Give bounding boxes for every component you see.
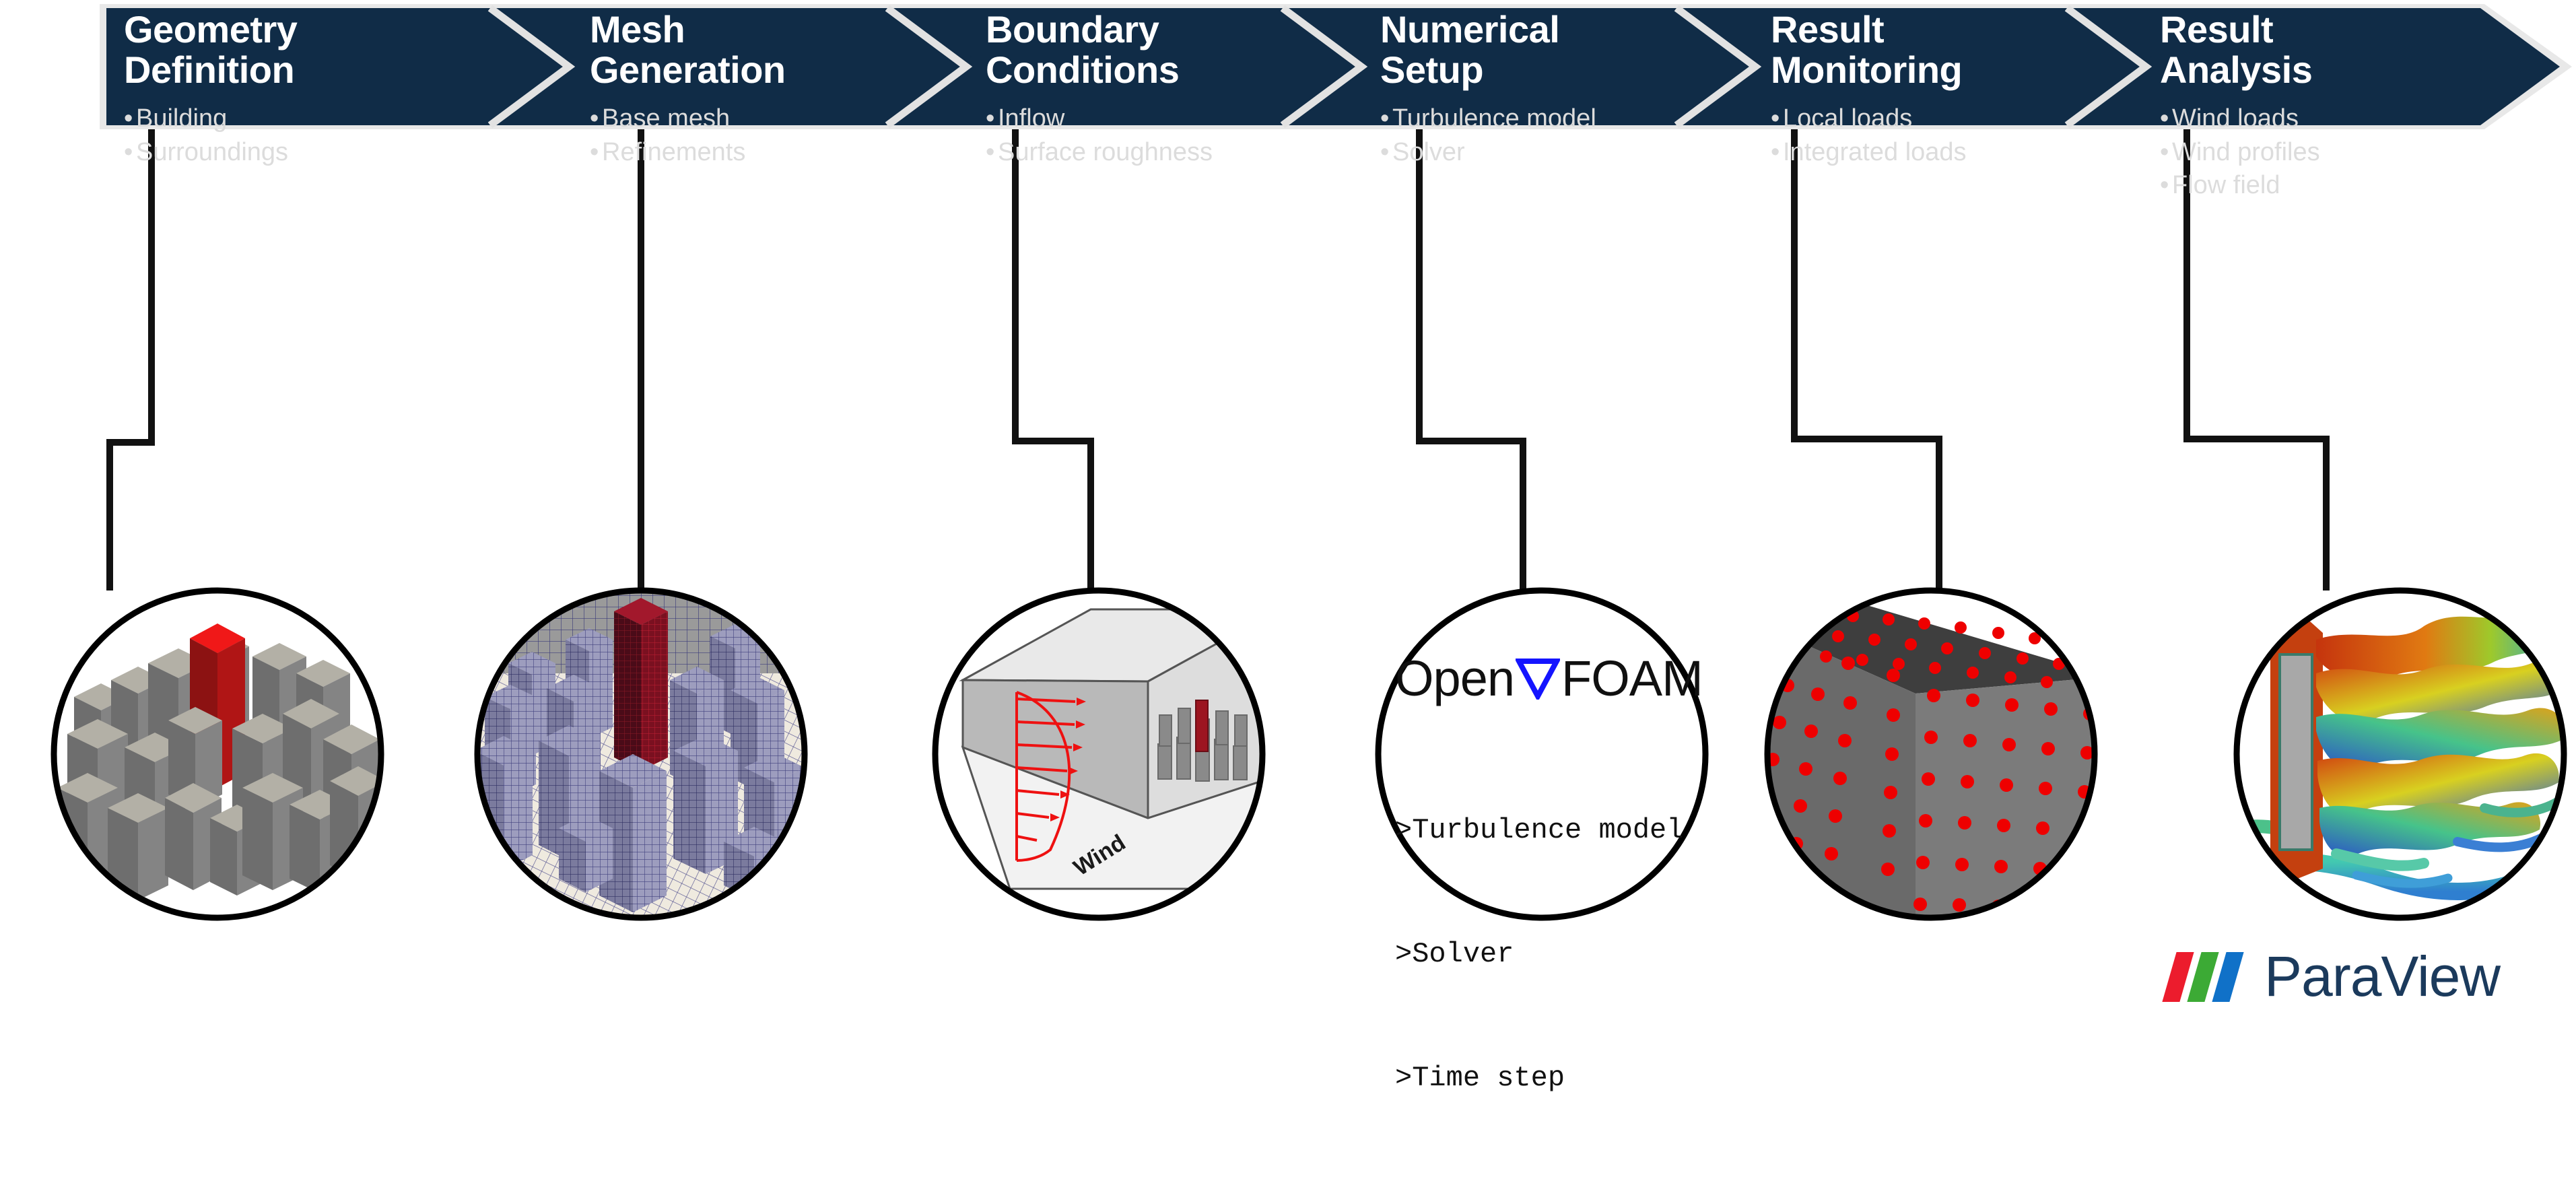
bullet-dot: • [124,137,133,166]
nabla-triangle-icon [1514,658,1561,702]
openfoam-logo-open: Open [1395,650,1515,706]
bullet-dot: • [2160,104,2169,133]
bullet-dot: • [2160,137,2169,166]
paraview-logo: ParaView [2162,944,2501,1009]
connector-line-3 [1012,129,1094,590]
bullet-item: • Solver [1380,136,1690,170]
illustration-geometry [50,587,384,921]
bullet-item: • Wind profiles [2160,136,2449,170]
illustration-mesh [474,587,808,921]
connector-lines [106,129,2330,590]
step-bullets: • Turbulence model • Solver [1380,102,1690,170]
bullet-item: • Turbulence model [1380,102,1690,136]
step-result-analysis[interactable]: Result Analysis • Wind loads • Wind profil… [2160,9,2449,203]
bullet-dot: • [1771,104,1780,133]
bullet-dot: • [1380,104,1390,133]
console-line: >Time step [1395,1061,1565,1094]
bullet-item: • Building [124,102,474,136]
connector-line-4 [1416,129,1526,590]
step-title: Geometry Definition [124,8,298,91]
console-line: >Turbulence model [1395,813,1684,846]
bullet-text: Wind loads [2172,104,2299,133]
step-geometry-definition[interactable]: Geometry Definition • Building • Surroundi… [124,9,474,169]
bullet-dot: • [590,104,599,133]
bullet-dot: • [986,137,995,166]
bullet-text: Inflow [998,104,1065,133]
bullet-dot: • [2160,171,2169,200]
bullet-dot: • [1771,137,1780,166]
step-title: Mesh Generation [590,8,786,91]
bullet-text: Integrated loads [1783,137,1967,166]
bullet-item: • Wind loads [2160,102,2449,136]
bullet-item: • Base mesh [590,102,886,136]
bullet-dot: • [1380,137,1390,166]
bullet-item: • Refinements [590,136,886,170]
bullet-text: Solver [1392,137,1465,166]
bullet-text: Wind profiles [2172,137,2320,166]
bullet-text: Surroundings [136,137,289,166]
bullet-text: Building [136,104,228,133]
step-bullets: • Wind loads • Wind profiles • Flow field [2160,102,2449,203]
bullet-text: Surface roughness [998,137,1213,166]
workflow-diagram: Geometry Definition • Building • Surroundi… [0,0,2576,1094]
openfoam-console: >Turbulence model >Solver >Time step [1395,727,1691,1181]
target-building-mesh [614,598,668,771]
step-mesh-generation[interactable]: Mesh Generation • Base mesh • Refinements [590,9,886,169]
bullet-item: • Local loads [1771,102,2074,136]
bullet-text: Turbulence model [1392,104,1596,133]
connector-line-1 [106,129,155,590]
console-line: >Solver [1395,937,1514,970]
bullet-dot: • [124,104,133,133]
step-result-monitoring[interactable]: Result Monitoring • Local loads • Integrat… [1771,9,2074,169]
illustration-monitoring [1764,587,2098,921]
connector-line-5 [1791,129,1942,590]
step-title: Boundary Conditions [986,8,1180,91]
step-boundary-conditions[interactable]: Boundary Conditions • Inflow • Surface rou… [986,9,1289,169]
openfoam-logo-foam: FOAM [1561,650,1703,706]
illustration-boundary [932,587,1266,921]
openfoam-logo: Open FOAM [1395,650,1703,707]
bullet-item: • Integrated loads [1771,136,2074,170]
step-title: Numerical Setup [1380,8,1560,91]
step-bullets: • Base mesh • Refinements [590,102,886,170]
bullet-dot: • [986,104,995,133]
bullet-text: Local loads [1783,104,1913,133]
bullet-text: Base mesh [602,104,731,133]
bullet-item: • Inflow [986,102,1289,136]
step-bullets: • Building • Surroundings [124,102,474,170]
step-title: Result Analysis [2160,8,2313,91]
step-numerical-setup[interactable]: Numerical Setup • Turbulence model • Solve… [1380,9,1690,169]
openfoam-panel: Open FOAM >Turbulence model >Solver >Tim… [1395,650,1703,1181]
bullet-dot: • [590,137,599,166]
bullet-item: • Surroundings [124,136,474,170]
illustration-analysis [2233,587,2567,921]
bullet-text: Flow field [2172,171,2280,200]
step-title: Result Monitoring [1771,8,1963,91]
step-bullets: • Local loads • Integrated loads [1771,102,2074,170]
bullet-item: • Flow field [2160,169,2449,203]
bullet-text: Refinements [602,137,746,166]
bullet-item: • Surface roughness [986,136,1289,170]
step-bullets: • Inflow • Surface roughness [986,102,1289,170]
paraview-bars-icon [2162,951,2244,1002]
paraview-wordmark: ParaView [2264,945,2501,1008]
